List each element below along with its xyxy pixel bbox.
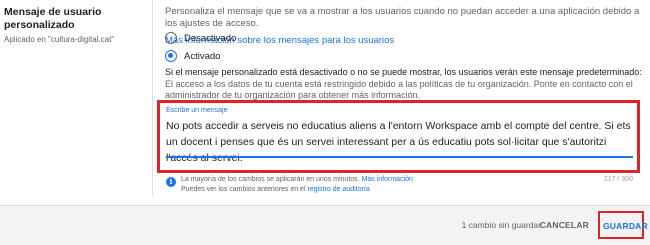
radio-option-desactivado[interactable]: Desactivado [165, 30, 236, 46]
save-bar: 1 cambio sin guardar CANCELAR GUARDAR [0, 206, 650, 245]
save-button-highlight: GUARDAR [598, 211, 648, 239]
save-button[interactable]: GUARDAR [603, 221, 648, 231]
description-text: Personaliza el mensaje que se va a mostr… [165, 6, 640, 29]
radio-unchecked-icon[interactable] [165, 32, 177, 44]
applied-scope: Aplicado en "cultura-digital.cat" [4, 35, 115, 44]
info-note: La mayoría de los cambios se aplicarán e… [181, 175, 413, 195]
field-underline [166, 156, 633, 158]
custom-message-field[interactable]: Escribe un mensaje No pots accedir a ser… [157, 100, 640, 173]
setting-description: Personaliza el mensaje que se va a mostr… [165, 6, 643, 48]
message-textarea[interactable]: No pots accedir a serveis no educatius a… [166, 118, 636, 166]
info-line-1: La mayoría de los cambios se aplicarán e… [181, 176, 360, 183]
info-line-2: Puedes ver los cambios anteriores en el [181, 186, 306, 193]
info-more-link[interactable]: Más información [362, 176, 413, 183]
setting-header: Mensaje de usuario personalizado Aplicad… [4, 6, 154, 44]
radio-option-activado[interactable]: Activado [165, 48, 220, 64]
radio-checked-icon[interactable] [165, 50, 177, 62]
cancel-button[interactable]: CANCELAR [540, 220, 589, 230]
info-icon: i [166, 177, 176, 187]
setting-title: Mensaje de usuario personalizado [4, 6, 102, 31]
default-message-heading: Si el mensaje personalizado está desacti… [165, 67, 642, 77]
unsaved-changes-text: 1 cambio sin guardar [461, 220, 541, 230]
vertical-divider [152, 0, 153, 196]
radio-label: Desactivado [184, 32, 237, 44]
message-field-label: Escribe un mensaje [166, 107, 228, 114]
default-message-text: El acceso a los datos de tu cuenta está … [165, 79, 633, 100]
audit-log-link[interactable]: registro de auditoría [307, 186, 369, 193]
character-counter: 217 / 300 [603, 176, 633, 183]
radio-label: Activado [184, 50, 221, 62]
